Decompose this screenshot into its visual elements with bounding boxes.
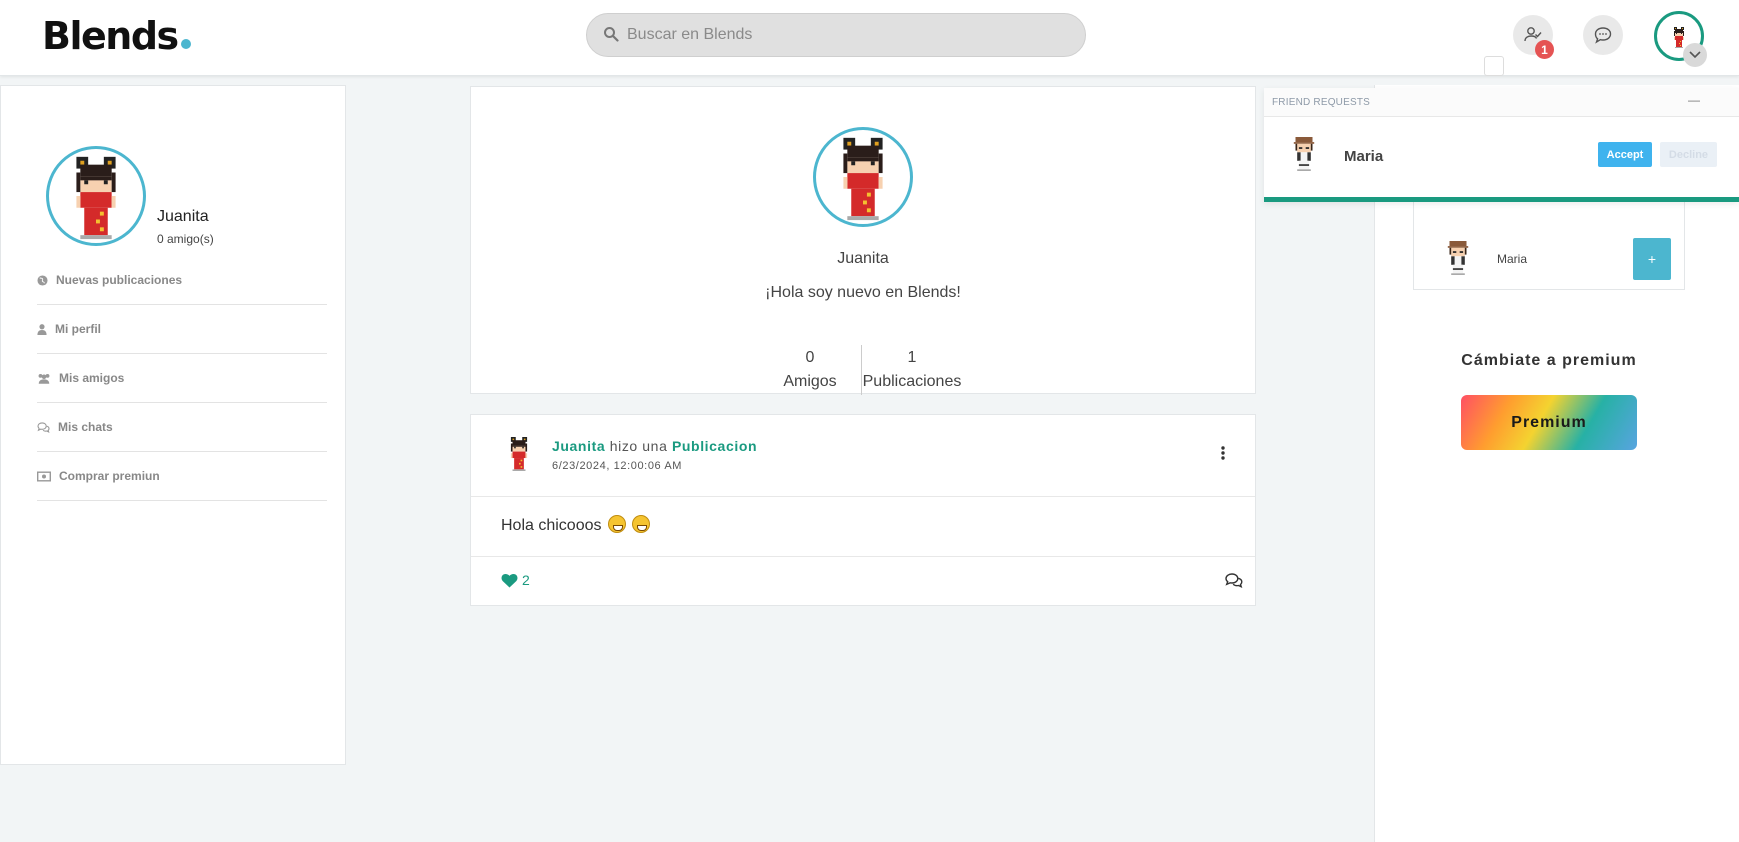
like-button[interactable]: 2 [501,572,530,588]
search-bar[interactable] [586,13,1086,57]
minimize-button[interactable]: — [1688,93,1700,107]
suggestion-name[interactable]: Maria [1497,252,1527,266]
friends-count: 0 amigo(s) [157,232,214,246]
decline-button[interactable]: Decline [1660,142,1717,167]
money-icon [37,470,51,482]
left-sidebar: Juanita 0 amigo(s) Nuevas publicaciones … [0,85,346,765]
app-logo[interactable]: Blends [42,14,191,58]
account-dropdown-toggle[interactable] [1683,43,1707,67]
sidebar-menu: Nuevas publicaciones Mi perfil Mis amigo… [37,256,327,501]
grin-emoji [607,515,626,533]
popover-accent-bar [1264,197,1739,202]
post-author-link[interactable]: Juanita [552,438,605,454]
friend-requests-button[interactable]: 1 [1513,15,1554,59]
accept-button[interactable]: Accept [1598,142,1652,167]
users-icon [38,373,50,384]
stat-value: 1 [907,349,917,366]
search-input[interactable] [627,14,1067,56]
popover-header: FRIEND REQUESTS — [1264,88,1739,117]
comments-icon[interactable] [1225,573,1243,588]
friend-request-row: Maria Accept Decline [1264,117,1739,195]
stat-label: Publicaciones [862,373,962,390]
globe-icon [37,274,48,286]
sidebar-item-label: Nuevas publicaciones [56,273,183,287]
suggestion-row: Maria + [1414,235,1684,285]
post-card: Juanita hizo una Publicacion 6/23/2024, … [470,414,1256,606]
post-author-avatar[interactable] [505,437,533,471]
sidebar-item-nuevas-publicaciones[interactable]: Nuevas publicaciones [37,256,327,305]
messages-button[interactable] [1583,15,1623,55]
sidebar-item-label: Comprar premiun [59,469,160,483]
stat-publicaciones[interactable]: 1 Publicaciones [847,346,977,394]
smile-emoji [632,515,651,533]
sidebar-item-mis-chats[interactable]: Mis chats [37,403,327,452]
friend-requests-popover: FRIEND REQUESTS — Maria Accept Decline [1264,88,1739,202]
requester-avatar[interactable] [1290,137,1318,171]
sidebar-item-label: Mis amigos [59,371,125,385]
profile-avatar[interactable] [46,146,146,246]
profile-card-name: Juanita [837,250,889,267]
post-footer: 2 [471,557,1255,605]
profile-header-card: Juanita ¡Hola soy nuevo en Blends! 0 Ami… [470,86,1256,395]
requester-name[interactable]: Maria [1344,148,1383,165]
sidebar-item-label: Mis chats [58,420,113,434]
stat-amigos[interactable]: 0 Amigos [760,346,860,394]
suggestion-avatar[interactable] [1444,241,1472,275]
popover-anchor [1484,56,1504,76]
post-body: Hola chicooos [471,497,1255,557]
user-icon [37,323,47,335]
notification-badge: 1 [1535,40,1554,59]
chevron-down-icon [1689,51,1701,59]
sidebar-item-label: Mi perfil [55,322,102,336]
post-date: 6/23/2024, 12:00:06 AM [552,460,683,472]
profile-avatar-large[interactable] [813,127,913,227]
profile-name[interactable]: Juanita [157,208,209,226]
post-header: Juanita hizo una Publicacion 6/23/2024, … [471,415,1255,497]
popover-title: FRIEND REQUESTS [1272,97,1371,108]
chat-icon [37,421,50,433]
post-text: Hola chicooos [501,515,651,535]
stat-value: 0 [805,349,815,366]
stat-label: Amigos [783,373,837,390]
premium-button[interactable]: Premium [1461,395,1637,450]
premium-heading: Cámbiate a premium [1461,352,1637,369]
heart-icon [501,573,518,588]
sidebar-item-mi-perfil[interactable]: Mi perfil [37,305,327,354]
post-action: hizo una [609,438,668,454]
post-type-link[interactable]: Publicacion [672,438,757,454]
like-count: 2 [522,572,530,588]
search-icon [604,27,619,42]
logo-dot [180,39,191,49]
sidebar-item-comprar-premiun[interactable]: Comprar premiun [37,452,327,501]
top-navbar: Blends 1 [0,0,1739,76]
post-title: Juanita hizo una Publicacion [552,438,757,454]
more-options-icon[interactable] [1221,446,1225,460]
sidebar-item-mis-amigos[interactable]: Mis amigos [37,354,327,403]
profile-bio: ¡Hola soy nuevo en Blends! [765,284,961,301]
chat-bubble-icon [1594,27,1612,44]
add-friend-button[interactable]: + [1633,238,1671,280]
